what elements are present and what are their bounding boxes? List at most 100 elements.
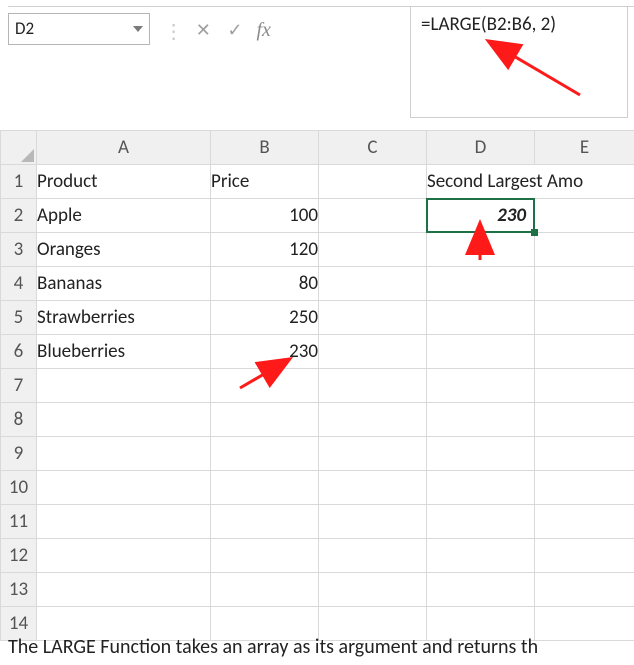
cell-C4[interactable] bbox=[319, 267, 427, 301]
chevron-down-icon bbox=[133, 26, 143, 32]
formula-bar-buttons: ⋮ ✕ ✓ fx bbox=[162, 17, 275, 42]
cell-B10[interactable] bbox=[211, 471, 319, 505]
cell-E14[interactable] bbox=[535, 607, 634, 641]
cell-C12[interactable] bbox=[319, 539, 427, 573]
cell-E4[interactable] bbox=[535, 267, 634, 301]
col-header-E[interactable]: E bbox=[535, 131, 634, 165]
cell-B1[interactable]: Price bbox=[211, 165, 319, 199]
cell-B9[interactable] bbox=[211, 437, 319, 471]
cell-A2[interactable]: Apple bbox=[37, 199, 211, 233]
cell-D1-text: Second Largest Amo bbox=[427, 170, 583, 193]
triangle-icon bbox=[21, 149, 34, 162]
row-header-12[interactable]: 12 bbox=[1, 539, 37, 573]
cell-A10[interactable] bbox=[37, 471, 211, 505]
cell-D1[interactable]: Second Largest Amo bbox=[427, 165, 634, 199]
cell-B4[interactable]: 80 bbox=[211, 267, 319, 301]
col-header-B[interactable]: B bbox=[211, 131, 319, 165]
cell-B12[interactable] bbox=[211, 539, 319, 573]
spreadsheet-grid[interactable]: A B C D E 1 Product Price Second Largest… bbox=[0, 130, 634, 641]
cell-C10[interactable] bbox=[319, 471, 427, 505]
cell-B5[interactable]: 250 bbox=[211, 301, 319, 335]
cell-A13[interactable] bbox=[37, 573, 211, 607]
cell-E13[interactable] bbox=[535, 573, 634, 607]
cell-E9[interactable] bbox=[535, 437, 634, 471]
cell-B8[interactable] bbox=[211, 403, 319, 437]
cell-B2[interactable]: 100 bbox=[211, 199, 319, 233]
row-header-13[interactable]: 13 bbox=[1, 573, 37, 607]
fill-handle[interactable] bbox=[531, 229, 538, 236]
col-header-A[interactable]: A bbox=[37, 131, 211, 165]
cell-C6[interactable] bbox=[319, 335, 427, 369]
cell-D6[interactable] bbox=[427, 335, 535, 369]
cell-A6[interactable]: Blueberries bbox=[37, 335, 211, 369]
row-header-8[interactable]: 8 bbox=[1, 403, 37, 437]
formula-bar-text: =LARGE(B2:B6, 2) bbox=[421, 13, 617, 36]
cell-E12[interactable] bbox=[535, 539, 634, 573]
cell-B13[interactable] bbox=[211, 573, 319, 607]
cell-E8[interactable] bbox=[535, 403, 634, 437]
separator-icon: ⋮ bbox=[164, 19, 184, 44]
cell-A11[interactable] bbox=[37, 505, 211, 539]
cell-A4[interactable]: Bananas bbox=[37, 267, 211, 301]
col-header-C[interactable]: C bbox=[319, 131, 427, 165]
cancel-formula-button[interactable]: ✕ bbox=[189, 19, 217, 41]
cell-D3[interactable] bbox=[427, 233, 535, 267]
cell-C3[interactable] bbox=[319, 233, 427, 267]
cell-D2[interactable]: 230 bbox=[427, 199, 535, 233]
row-header-1[interactable]: 1 bbox=[1, 165, 37, 199]
cell-D7[interactable] bbox=[427, 369, 535, 403]
row-header-10[interactable]: 10 bbox=[1, 471, 37, 505]
cell-E2[interactable] bbox=[535, 199, 634, 233]
cell-C7[interactable] bbox=[319, 369, 427, 403]
name-box-value: D2 bbox=[15, 18, 34, 39]
row-header-7[interactable]: 7 bbox=[1, 369, 37, 403]
cell-B11[interactable] bbox=[211, 505, 319, 539]
cell-A8[interactable] bbox=[37, 403, 211, 437]
cell-D5[interactable] bbox=[427, 301, 535, 335]
cell-D2-value: 230 bbox=[427, 204, 534, 227]
cell-C1[interactable] bbox=[319, 165, 427, 199]
cell-A7[interactable] bbox=[37, 369, 211, 403]
cell-D8[interactable] bbox=[427, 403, 535, 437]
cell-D10[interactable] bbox=[427, 471, 535, 505]
cell-A12[interactable] bbox=[37, 539, 211, 573]
cell-E7[interactable] bbox=[535, 369, 634, 403]
cell-E3[interactable] bbox=[535, 233, 634, 267]
cell-C5[interactable] bbox=[319, 301, 427, 335]
row-header-11[interactable]: 11 bbox=[1, 505, 37, 539]
cell-C8[interactable] bbox=[319, 403, 427, 437]
row-header-6[interactable]: 6 bbox=[1, 335, 37, 369]
caption-text: The LARGE Function takes an array as its… bbox=[8, 635, 538, 659]
cell-A9[interactable] bbox=[37, 437, 211, 471]
cell-B7[interactable] bbox=[211, 369, 319, 403]
cell-D12[interactable] bbox=[427, 539, 535, 573]
cell-A1[interactable]: Product bbox=[37, 165, 211, 199]
enter-formula-button[interactable]: ✓ bbox=[221, 19, 249, 41]
cell-E11[interactable] bbox=[535, 505, 634, 539]
select-all-triangle[interactable] bbox=[1, 131, 37, 165]
row-header-9[interactable]: 9 bbox=[1, 437, 37, 471]
cell-D11[interactable] bbox=[427, 505, 535, 539]
cell-E10[interactable] bbox=[535, 471, 634, 505]
cell-D9[interactable] bbox=[427, 437, 535, 471]
cell-C11[interactable] bbox=[319, 505, 427, 539]
formula-bar[interactable]: =LARGE(B2:B6, 2) bbox=[410, 6, 628, 118]
col-header-D[interactable]: D bbox=[427, 131, 535, 165]
cell-A5[interactable]: Strawberries bbox=[37, 301, 211, 335]
cell-E5[interactable] bbox=[535, 301, 634, 335]
cell-C2[interactable] bbox=[319, 199, 427, 233]
cell-A3[interactable]: Oranges bbox=[37, 233, 211, 267]
cell-E6[interactable] bbox=[535, 335, 634, 369]
row-header-3[interactable]: 3 bbox=[1, 233, 37, 267]
cell-C9[interactable] bbox=[319, 437, 427, 471]
cell-D4[interactable] bbox=[427, 267, 535, 301]
cell-C13[interactable] bbox=[319, 573, 427, 607]
cell-B6[interactable]: 230 bbox=[211, 335, 319, 369]
cell-B3[interactable]: 120 bbox=[211, 233, 319, 267]
cell-D13[interactable] bbox=[427, 573, 535, 607]
row-header-5[interactable]: 5 bbox=[1, 301, 37, 335]
fx-icon[interactable]: fx bbox=[257, 19, 271, 42]
row-header-2[interactable]: 2 bbox=[1, 199, 37, 233]
name-box[interactable]: D2 bbox=[8, 13, 150, 45]
row-header-4[interactable]: 4 bbox=[1, 267, 37, 301]
